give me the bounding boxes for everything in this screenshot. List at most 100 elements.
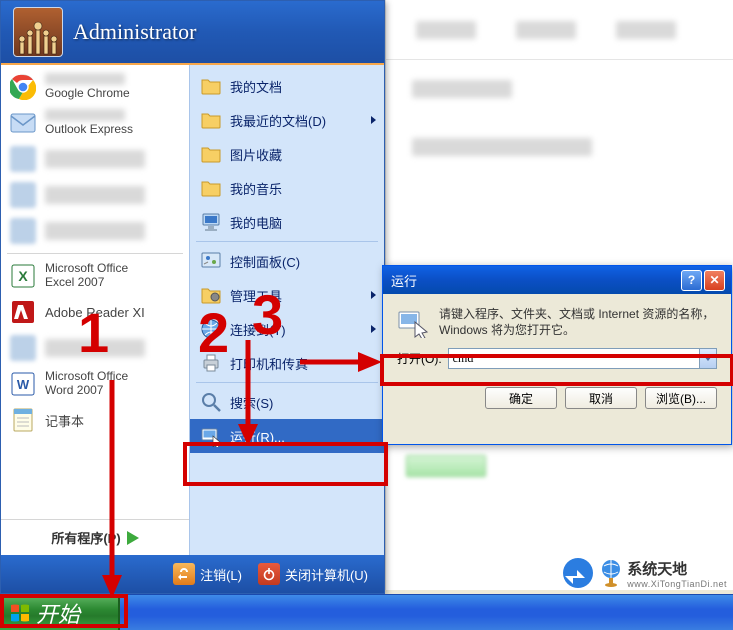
- folder-icon: [200, 177, 222, 199]
- right-item-label: 图片收藏: [230, 145, 282, 164]
- svg-text:W: W: [17, 377, 30, 392]
- word-icon: W: [9, 370, 37, 398]
- shutdown-label: 关闭计算机(U): [285, 565, 368, 584]
- ok-button[interactable]: 确定: [485, 387, 557, 409]
- start-menu-right-pane: 我的文档我最近的文档(D) 图片收藏我的音乐我的电脑控制面板(C) 管理工具连接到(…: [189, 65, 384, 555]
- right-item-label: 我最近的文档(D): [230, 111, 326, 130]
- logoff-label: 注销(L): [200, 565, 242, 584]
- right-item-recent[interactable]: 我最近的文档(D): [190, 103, 384, 137]
- run-dialog-title: 运行: [391, 271, 679, 290]
- windows-logo-icon: [10, 603, 30, 623]
- blurred4-icon: [9, 181, 37, 209]
- chevron-right-icon: [371, 291, 376, 299]
- folder-icon: [200, 75, 222, 97]
- right-item-label: 运行(R)...: [230, 427, 285, 446]
- right-item-label: 搜索(S): [230, 393, 273, 412]
- chevron-down-icon: [704, 356, 712, 361]
- right-item-label: 我的文档: [230, 77, 282, 96]
- left-item-label: Google Chrome: [45, 73, 130, 101]
- left-item-excel[interactable]: X Microsoft OfficeExcel 2007: [1, 258, 189, 294]
- close-button[interactable]: ✕: [704, 270, 725, 291]
- left-item-label: Microsoft OfficeWord 2007: [45, 370, 128, 398]
- left-item-adobe[interactable]: Adobe Reader XI: [1, 294, 189, 330]
- left-item-notepad[interactable]: 记事本: [1, 402, 189, 438]
- start-menu: Administrator Google Chrome Outlook Expre…: [0, 0, 385, 594]
- power-icon: [258, 563, 280, 585]
- start-button[interactable]: 开始: [0, 595, 120, 630]
- right-item-printers[interactable]: 打印机和传真: [190, 346, 384, 380]
- control-icon: [200, 250, 222, 272]
- folder-icon: [200, 143, 222, 165]
- left-item-blurred3[interactable]: [1, 141, 189, 177]
- help-button[interactable]: ?: [681, 270, 702, 291]
- left-item-word[interactable]: W Microsoft OfficeWord 2007: [1, 366, 189, 402]
- right-item-run[interactable]: 运行(R)...: [190, 419, 384, 453]
- folder-icon: [200, 109, 222, 131]
- adobe-icon: [9, 298, 37, 326]
- logoff-button[interactable]: 注销(L): [167, 560, 248, 588]
- arrow-right-icon: [127, 531, 139, 545]
- taskbar: 开始: [0, 594, 733, 630]
- right-item-admintool[interactable]: 管理工具: [190, 278, 384, 312]
- left-item-blurred4[interactable]: [1, 177, 189, 213]
- left-item-blurred5[interactable]: [1, 213, 189, 249]
- background-green-button: [406, 455, 486, 477]
- chrome-icon: [9, 73, 37, 101]
- admintool-icon: [200, 284, 222, 306]
- left-item-label: [45, 222, 145, 240]
- left-item-label: [45, 150, 145, 168]
- left-item-label: [45, 339, 145, 357]
- outlook-icon: [9, 109, 37, 137]
- svg-text:X: X: [18, 268, 28, 284]
- right-item-music[interactable]: 我的音乐: [190, 171, 384, 205]
- left-item-label: Outlook Express: [45, 109, 133, 137]
- right-item-label: 我的电脑: [230, 213, 282, 232]
- run-open-combobox[interactable]: [448, 348, 717, 369]
- left-item-label: Microsoft OfficeExcel 2007: [45, 262, 128, 290]
- run-icon: [200, 425, 222, 447]
- left-item-blurred8[interactable]: [1, 330, 189, 366]
- watermark-text: 系统天地: [627, 562, 687, 578]
- user-avatar: [13, 7, 63, 57]
- run-dialog-titlebar[interactable]: 运行 ? ✕: [383, 266, 731, 294]
- right-item-control[interactable]: 控制面板(C): [190, 244, 384, 278]
- run-dialog: 运行 ? ✕ 请键入程序、文件夹、文档或 Internet 资源的名称，Wind…: [382, 265, 732, 445]
- shutdown-button[interactable]: 关闭计算机(U): [252, 560, 374, 588]
- run-dialog-description: 请键入程序、文件夹、文档或 Internet 资源的名称，Windows 将为您…: [439, 306, 717, 338]
- printer-icon: [200, 352, 222, 374]
- blurred5-icon: [9, 217, 37, 245]
- cancel-button[interactable]: 取消: [565, 387, 637, 409]
- start-button-label: 开始: [36, 597, 80, 629]
- start-menu-left-pane: Google Chrome Outlook Express X Microsoft O…: [1, 65, 189, 555]
- right-item-mydocs[interactable]: 我的文档: [190, 69, 384, 103]
- logoff-icon: [173, 563, 195, 585]
- right-item-search[interactable]: 搜索(S): [190, 385, 384, 419]
- right-item-label: 打印机和传真: [230, 354, 308, 373]
- computer-icon: [200, 211, 222, 233]
- right-item-pictures[interactable]: 图片收藏: [190, 137, 384, 171]
- right-item-label: 我的音乐: [230, 179, 282, 198]
- excel-icon: X: [9, 262, 37, 290]
- left-item-outlook[interactable]: Outlook Express: [1, 105, 189, 141]
- run-open-input[interactable]: [449, 349, 699, 368]
- search-icon: [200, 391, 222, 413]
- browse-button[interactable]: 浏览(B)...: [645, 387, 717, 409]
- chevron-right-icon: [371, 116, 376, 124]
- watermark-globe-icon: [601, 559, 621, 587]
- run-dialog-icon: [397, 306, 429, 338]
- start-menu-header: Administrator: [1, 1, 384, 65]
- blurred3-icon: [9, 145, 37, 173]
- dropdown-button[interactable]: [699, 349, 716, 368]
- left-item-label: [45, 186, 145, 204]
- right-item-connect[interactable]: 连接到(T): [190, 312, 384, 346]
- right-item-mycomputer[interactable]: 我的电脑: [190, 205, 384, 239]
- left-item-chrome[interactable]: Google Chrome: [1, 69, 189, 105]
- blurred8-icon: [9, 334, 37, 362]
- left-item-label: 记事本: [45, 411, 84, 430]
- right-item-label: 管理工具: [230, 286, 282, 305]
- all-programs[interactable]: 所有程序(P): [1, 519, 189, 555]
- right-item-label: 控制面板(C): [230, 252, 300, 271]
- all-programs-label: 所有程序(P): [51, 528, 120, 547]
- left-item-label: Adobe Reader XI: [45, 305, 145, 320]
- chevron-right-icon: [371, 325, 376, 333]
